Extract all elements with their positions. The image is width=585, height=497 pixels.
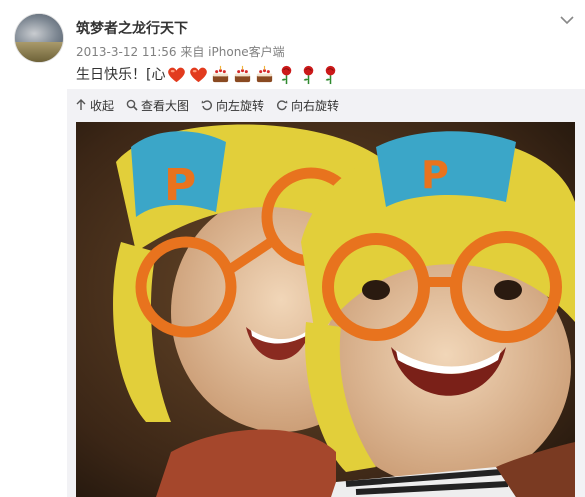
post-meta: 2013-3-12 11:56 来自 iPhone客户端 (76, 43, 285, 60)
rose-emoticon (326, 65, 336, 84)
collapse-button[interactable]: 收起 (75, 97, 114, 114)
rotate-right-label: 向右旋转 (291, 98, 340, 113)
image-toolbar: 收起 查看大图 向左旋转 向右旋转 (75, 95, 351, 115)
cake-emoticon (213, 65, 229, 82)
post-datetime[interactable]: 2013-3-12 11:56 (76, 45, 177, 59)
rotate-left-button[interactable]: 向左旋转 (201, 97, 264, 114)
media-panel: 收起 查看大图 向左旋转 向右旋转 P P (67, 89, 585, 497)
rotate-right-icon (277, 100, 288, 111)
heart-emoticon (190, 67, 208, 82)
rose-emoticon (282, 65, 292, 84)
photo-illustration: P P (76, 122, 575, 497)
post-photo[interactable]: P P (76, 122, 575, 497)
cake-emoticon (257, 65, 273, 82)
chevron-down-icon[interactable] (559, 14, 575, 26)
rose-emoticon (304, 65, 314, 84)
svg-text:P: P (421, 153, 449, 197)
cake-emoticon (235, 65, 251, 82)
view-full-button[interactable]: 查看大图 (126, 97, 189, 114)
collapse-label: 收起 (90, 98, 115, 113)
svg-text:P: P (164, 160, 196, 211)
post-text: 生日快乐！[心 (76, 67, 166, 83)
view-full-label: 查看大图 (141, 98, 190, 113)
avatar-sky (15, 14, 63, 42)
post-content: 生日快乐！[心 (76, 63, 341, 85)
rotate-right-button[interactable]: 向右旋转 (276, 97, 339, 114)
weibo-post: 筑梦者之龙行天下 2013-3-12 11:56 来自 iPhone客户端 生日… (0, 0, 585, 497)
rotate-left-label: 向左旋转 (216, 98, 265, 113)
heart-emoticon (168, 67, 186, 82)
post-source[interactable]: iPhone客户端 (208, 45, 285, 59)
magnifier-icon (126, 99, 138, 111)
username[interactable]: 筑梦者之龙行天下 (76, 18, 188, 38)
rotate-left-icon (201, 100, 213, 111)
avatar[interactable] (14, 13, 64, 63)
avatar-field (15, 41, 63, 62)
source-prefix: 来自 (180, 45, 205, 59)
arrow-up-icon (76, 99, 86, 110)
